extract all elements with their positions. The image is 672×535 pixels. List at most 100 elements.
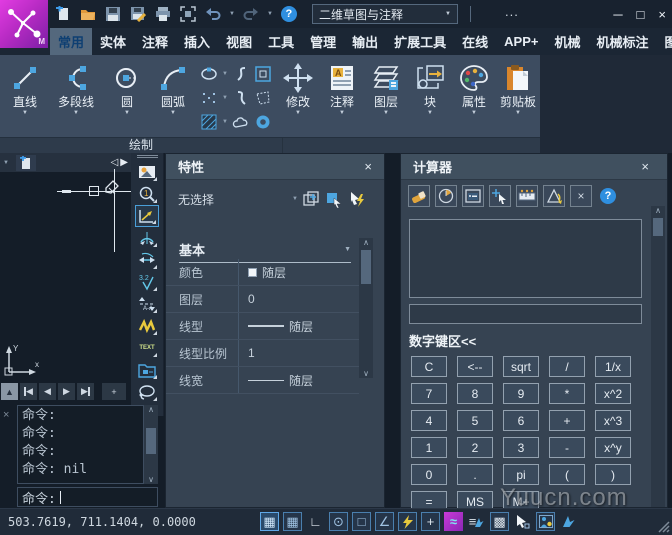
scroll-up-icon[interactable]: ∧ bbox=[148, 405, 154, 414]
selection-cycling-icon[interactable] bbox=[513, 512, 532, 531]
prev-tab-button[interactable]: ◀ bbox=[39, 383, 56, 400]
tab-mech-dimension[interactable]: 机械标注 bbox=[589, 28, 657, 55]
workspace-switch-icon[interactable] bbox=[536, 512, 555, 531]
maximize-button[interactable]: □ bbox=[637, 7, 645, 22]
weld-symbol-icon[interactable] bbox=[135, 315, 159, 337]
help-icon[interactable]: ? bbox=[280, 5, 298, 23]
object-snap-toggle-icon[interactable]: □ bbox=[352, 512, 371, 531]
calc-measure-distance-icon[interactable] bbox=[516, 185, 538, 207]
selection-filter-dropdown[interactable]: 无选择 bbox=[178, 191, 214, 208]
tab-view[interactable]: 视图 bbox=[218, 28, 260, 55]
grid-toggle-icon[interactable]: ▦ bbox=[283, 512, 302, 531]
key-subtract[interactable]: - bbox=[549, 437, 585, 458]
resize-grip[interactable] bbox=[656, 519, 670, 533]
scroll-thumb[interactable] bbox=[146, 428, 156, 454]
open-file-icon[interactable] bbox=[79, 5, 97, 23]
toggle-pickadd-icon[interactable] bbox=[347, 189, 367, 209]
command-scrollbar[interactable]: ∧ ∨ bbox=[144, 405, 158, 484]
block-library-icon[interactable] bbox=[135, 359, 159, 381]
new-file-icon[interactable] bbox=[54, 5, 72, 23]
new-drawing-tab-button[interactable] bbox=[16, 155, 36, 171]
undo-dropdown-icon[interactable]: ▼ bbox=[229, 11, 235, 17]
tab-express-tools[interactable]: 扩展工具 bbox=[386, 28, 454, 55]
new-layout-button[interactable]: + bbox=[102, 383, 126, 400]
properties-panel-button[interactable]: 属性 ▼ bbox=[452, 55, 496, 137]
tab-annotate[interactable]: 注释 bbox=[134, 28, 176, 55]
calc-units-icon[interactable] bbox=[435, 185, 457, 207]
scroll-thumb[interactable] bbox=[653, 218, 663, 236]
line-button[interactable]: 直线 ▼ bbox=[2, 55, 48, 137]
lasso-select-icon[interactable] bbox=[135, 381, 159, 403]
polyline-dropdown-icon[interactable]: ▼ bbox=[73, 110, 79, 116]
point-dropdown-icon[interactable]: ▼ bbox=[222, 95, 228, 101]
close-button[interactable]: × bbox=[658, 7, 666, 22]
section-view-icon[interactable]: A-A bbox=[135, 293, 159, 315]
number-pad-section-toggle[interactable]: 数字键区<< bbox=[409, 331, 476, 350]
layers-panel-button[interactable]: 图层 ▼ bbox=[364, 55, 408, 137]
calculator-close-icon[interactable]: × bbox=[641, 159, 649, 174]
select-objects-icon[interactable] bbox=[324, 189, 344, 209]
key-pi[interactable]: pi bbox=[503, 464, 539, 485]
calculator-history-display[interactable] bbox=[409, 219, 642, 298]
property-row-linetype-scale[interactable]: 线型比例 1 bbox=[166, 340, 359, 367]
calc-clear-history-icon[interactable] bbox=[408, 185, 430, 207]
first-tab-button[interactable]: ◀ bbox=[20, 383, 37, 400]
surface-roughness-icon[interactable]: 3.2 bbox=[135, 271, 159, 293]
redo-dropdown-icon[interactable]: ▼ bbox=[267, 11, 273, 17]
key-3[interactable]: 3 bbox=[503, 437, 539, 458]
scroll-thumb[interactable] bbox=[361, 250, 371, 284]
last-tab-button[interactable]: ▶ bbox=[77, 383, 94, 400]
properties-title-bar[interactable]: 特性 × bbox=[166, 154, 384, 180]
calculator-input-field[interactable] bbox=[409, 304, 642, 324]
tab-output[interactable]: 输出 bbox=[344, 28, 386, 55]
command-history[interactable]: 命令: 命令: 命令: 命令: nil bbox=[17, 405, 144, 484]
circle-dropdown-icon[interactable]: ▼ bbox=[124, 110, 130, 116]
properties-scrollbar[interactable]: ∧ ∨ bbox=[359, 238, 373, 378]
block-panel-button[interactable]: 块 ▼ bbox=[408, 55, 452, 137]
scroll-down-icon[interactable]: ∨ bbox=[148, 475, 154, 484]
layout-menu-button[interactable]: ▲ bbox=[1, 383, 18, 400]
key-9[interactable]: 9 bbox=[503, 383, 539, 404]
key-4[interactable]: 4 bbox=[411, 410, 447, 431]
quick-properties-toggle-icon[interactable]: ≈ bbox=[444, 512, 463, 531]
print-icon[interactable] bbox=[154, 5, 172, 23]
spline-fit-icon[interactable] bbox=[232, 89, 250, 107]
key-reciprocal[interactable]: 1/x bbox=[595, 356, 631, 377]
wipeout-icon[interactable] bbox=[254, 89, 272, 107]
command-input[interactable]: 命令: bbox=[17, 487, 158, 507]
doctab-menu-icon[interactable]: ▼ bbox=[3, 160, 9, 166]
key-8[interactable]: 8 bbox=[457, 383, 493, 404]
property-row-linetype[interactable]: 线型 随层 bbox=[166, 313, 359, 340]
minimize-button[interactable]: ─ bbox=[613, 7, 622, 22]
calc-help-icon[interactable]: ? bbox=[597, 185, 619, 207]
calc-measure-angle-icon[interactable] bbox=[543, 185, 565, 207]
dimension-arrows-icon[interactable] bbox=[135, 249, 159, 271]
redo-icon[interactable] bbox=[242, 5, 260, 23]
key-clear[interactable]: C bbox=[411, 356, 447, 377]
ellipse-dropdown-icon[interactable]: ▼ bbox=[222, 71, 228, 77]
key-open-paren[interactable]: ( bbox=[549, 464, 585, 485]
rectangle-icon[interactable] bbox=[254, 65, 272, 83]
arc-dropdown-icon[interactable]: ▼ bbox=[170, 110, 176, 116]
key-7[interactable]: 7 bbox=[411, 383, 447, 404]
key-multiply[interactable]: * bbox=[549, 383, 585, 404]
scroll-down-icon[interactable]: ∨ bbox=[363, 369, 369, 378]
save-icon[interactable] bbox=[104, 5, 122, 23]
polyline-button[interactable]: 多段线 ▼ bbox=[48, 55, 104, 137]
toolbar-overflow-button[interactable]: ... bbox=[505, 4, 519, 19]
lineweight-toggle-icon[interactable]: + bbox=[421, 512, 440, 531]
toolbar-grip[interactable] bbox=[137, 155, 158, 158]
key-close-paren[interactable]: ) bbox=[595, 464, 631, 485]
calculator-scrollbar[interactable]: ∧ bbox=[651, 206, 665, 507]
key-6[interactable]: 6 bbox=[503, 410, 539, 431]
tab-app-plus[interactable]: APP+ bbox=[496, 28, 546, 55]
key-sqrt[interactable]: sqrt bbox=[503, 356, 539, 377]
key-1[interactable]: 1 bbox=[411, 437, 447, 458]
key-square[interactable]: x^2 bbox=[595, 383, 631, 404]
property-row-lineweight[interactable]: 线宽 随层 bbox=[166, 367, 359, 394]
arc-button[interactable]: 圆弧 ▼ bbox=[150, 55, 196, 137]
tab-online[interactable]: 在线 bbox=[454, 28, 496, 55]
key-cube[interactable]: x^3 bbox=[595, 410, 631, 431]
calculator-title-bar[interactable]: 计算器 × bbox=[401, 154, 667, 180]
point-icon[interactable] bbox=[200, 89, 218, 107]
